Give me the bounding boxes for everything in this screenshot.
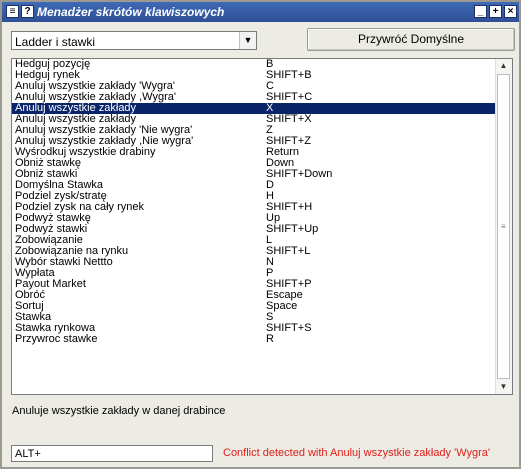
- window-title: Menadżer skrótów klawiszowych: [37, 5, 225, 19]
- shortcut-row[interactable]: Obniż stawkę Down: [12, 158, 497, 169]
- conflict-warning: Conflict detected with Anuluj wszystkie …: [223, 447, 490, 459]
- key-combination-input[interactable]: ALT+: [11, 445, 213, 462]
- close-icon[interactable]: ×: [504, 5, 517, 18]
- shortcut-row[interactable]: Hedguj pozycję B: [12, 59, 497, 70]
- shortcut-row[interactable]: Obróć Escape: [12, 290, 497, 301]
- chevron-down-icon[interactable]: ▼: [239, 32, 256, 49]
- help-icon[interactable]: ?: [21, 5, 34, 18]
- minimize-icon[interactable]: _: [474, 5, 487, 18]
- shortcut-rows: Hedguj pozycję B Hedguj rynek SHIFT+B Anuluj…: [12, 59, 497, 345]
- scrollbar[interactable]: ▲ ≡ ▼: [495, 59, 512, 394]
- shortcut-key: SHIFT+Up: [266, 223, 319, 235]
- shortcut-category-value: Ladder i stawki: [15, 35, 96, 49]
- window-menu-icon[interactable]: ≡: [6, 5, 19, 18]
- shortcut-action: Przywroc stawke: [15, 333, 98, 345]
- grip-icon: ≡: [501, 222, 506, 231]
- shortcut-row[interactable]: Sortuj Space: [12, 301, 497, 312]
- shortcut-row[interactable]: Payout Market SHIFT+P: [12, 279, 497, 290]
- scroll-thumb[interactable]: ≡: [497, 74, 510, 379]
- shortcut-key: R: [266, 333, 274, 345]
- shortcut-key: SHIFT+Down: [266, 168, 333, 180]
- scroll-down-icon[interactable]: ▼: [496, 380, 511, 394]
- scroll-up-icon[interactable]: ▲: [496, 59, 511, 73]
- shortcut-row[interactable]: Przywroc stawke R: [12, 334, 497, 345]
- maximize-icon[interactable]: +: [489, 5, 502, 18]
- shortcut-row[interactable]: Wyśrodkuj wszystkie drabiny Return: [12, 147, 497, 158]
- shortcut-description: Anuluje wszystkie zakłady w danej drabin…: [12, 405, 226, 417]
- shortcut-list[interactable]: Hedguj pozycję B Hedguj rynek SHIFT+B Anuluj…: [11, 58, 513, 395]
- shortcut-category-select[interactable]: Ladder i stawki ▼: [11, 31, 257, 50]
- shortcut-row[interactable]: Podwyż stawki SHIFT+Up: [12, 224, 497, 235]
- title-bar[interactable]: ≡ ? Menadżer skrótów klawiszowych _ + ×: [2, 2, 519, 22]
- restore-defaults-button[interactable]: Przywróć Domyślne: [307, 28, 515, 51]
- shortcut-manager-window: ≡ ? Menadżer skrótów klawiszowych _ + × …: [0, 0, 521, 469]
- shortcut-row[interactable]: Wybór stawki Nettto N: [12, 257, 497, 268]
